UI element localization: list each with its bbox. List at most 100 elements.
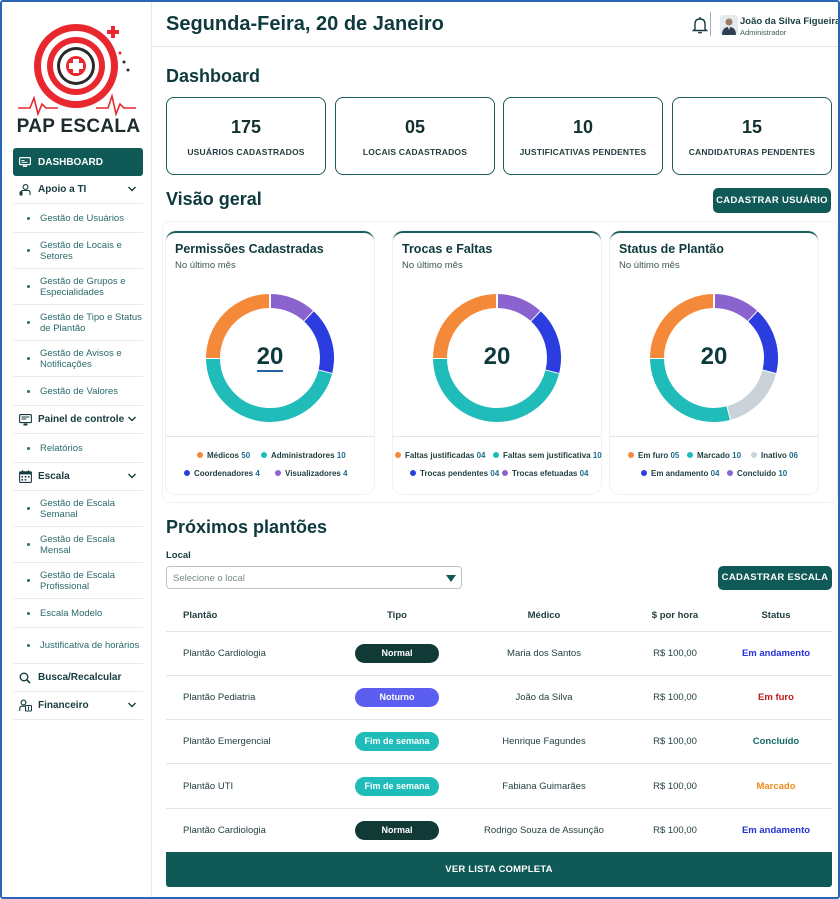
shifts-table: Plantão Tipo Médico $ por hora Status Pl… xyxy=(166,601,832,853)
sidebar-item-apoio-ti[interactable]: Apoio a TI xyxy=(13,176,143,204)
user-name[interactable]: João da Silva Figueira xyxy=(740,16,838,27)
table-row[interactable]: Plantão Cardiologia Normal Rodrigo Souza… xyxy=(166,808,832,853)
cell-valor: R$ 100,00 xyxy=(630,719,720,765)
stat-label: LOCAIS CADASTRADOS xyxy=(362,147,468,157)
sidebar-subitem-gestao-avisos[interactable]: Gestão de Avisos e Notificações xyxy=(13,341,143,377)
cell-plantao: Plantão Emergencial xyxy=(166,719,336,765)
legend-item: Marcado 10 xyxy=(687,451,741,460)
legend-item: Visualizadores 4 xyxy=(275,469,348,478)
sidebar-item-label: Busca/Recalcular xyxy=(38,672,122,683)
cell-medico: Henrique Fagundes xyxy=(458,719,630,765)
top-header: Segunda-Feira, 20 de Janeiro João da Sil… xyxy=(152,2,838,47)
sidebar-nav: DASHBOARD Apoio a TI Gestão de Usuários … xyxy=(13,148,143,720)
cell-medico: Maria dos Santos xyxy=(458,631,630,676)
table-row[interactable]: Plantão UTI Fim de semana Fabiana Guimar… xyxy=(166,763,832,809)
col-header-valor: $ por hora xyxy=(630,601,720,632)
cell-medico: Rodrigo Souza de Assunção xyxy=(458,808,630,853)
page-date-title: Segunda-Feira, 20 de Janeiro xyxy=(166,13,444,35)
sidebar-item-busca-recalcular[interactable]: Busca/Recalcular xyxy=(13,664,143,692)
sidebar-item-financeiro[interactable]: Financeiro xyxy=(13,692,143,720)
sidebar-subitem-escala-profissional[interactable]: Gestão de Escala Profissional xyxy=(13,563,143,599)
table-row[interactable]: Plantão Cardiologia Normal Maria dos San… xyxy=(166,631,832,676)
user-role: Administrador xyxy=(740,28,787,37)
chevron-down-icon[interactable] xyxy=(127,184,137,194)
cell-status: Em andamento xyxy=(720,631,832,676)
donut-segment-trocas-efetuadas xyxy=(496,294,541,322)
cell-medico: João da Silva xyxy=(458,675,630,721)
local-select-placeholder: Selecione o local xyxy=(173,573,245,584)
sidebar-item-label: Financeiro xyxy=(38,700,89,711)
cadastrar-usuario-button[interactable]: CADASTRAR USUÁRIO xyxy=(713,188,831,213)
legend-dot xyxy=(410,470,416,476)
chevron-down-icon[interactable] xyxy=(127,700,137,710)
search-icon xyxy=(18,671,32,685)
legend-item: Faltas justificadas 04 xyxy=(395,451,486,460)
legend-dot xyxy=(751,452,757,458)
bell-icon[interactable] xyxy=(692,16,708,34)
cell-valor: R$ 100,00 xyxy=(630,675,720,721)
sidebar-subitem-gestao-tipo-status[interactable]: Gestão de Tipo e Status de Plantão xyxy=(13,305,143,341)
cell-medico: Fabiana Guimarães xyxy=(458,763,630,809)
local-select[interactable]: Selecione o local xyxy=(166,566,462,589)
avatar[interactable] xyxy=(720,15,738,35)
legend-dot xyxy=(275,470,281,476)
cell-tipo: Noturno xyxy=(336,675,458,721)
chart-card-permissoes: Permissões Cadastradas No último mês 20 … xyxy=(166,231,374,494)
legend-dot xyxy=(184,470,190,476)
legend-dot xyxy=(502,470,508,476)
donut-total: 20 xyxy=(700,343,728,370)
status-text: Concluído xyxy=(752,736,800,748)
chart-legend: Médicos 50 Administradores 10 Coordenado… xyxy=(166,436,374,496)
card-title: Trocas e Faltas xyxy=(402,242,493,256)
overview-title: Visão geral xyxy=(166,189,262,209)
stat-value: 05 xyxy=(404,117,426,137)
stat-card-locais: 05 LOCAIS CADASTRADOS xyxy=(335,97,495,175)
cell-plantao: Plantão Pediatria xyxy=(166,675,336,721)
sidebar-subitem-gestao-grupos[interactable]: Gestão de Grupos e Especialidades xyxy=(13,269,143,305)
sidebar-subitem-relatorios[interactable]: Relatórios xyxy=(13,434,143,463)
table-row[interactable]: Plantão Emergencial Fim de semana Henriq… xyxy=(166,719,832,765)
chevron-down-icon[interactable] xyxy=(127,414,137,424)
sidebar: PAP ESCALA DASHBOARD Apoio a TI Gestão d… xyxy=(2,2,152,897)
cell-tipo: Normal xyxy=(336,808,458,853)
donut-segment-inativo xyxy=(726,370,776,420)
sidebar-item-escala[interactable]: Escala xyxy=(13,463,143,491)
sidebar-subitem-gestao-locais[interactable]: Gestão de Locais e Setores xyxy=(13,233,143,269)
legend-item: Trocas efetuadas 04 xyxy=(502,469,589,478)
sidebar-subitem-gestao-valores[interactable]: Gestão de Valores xyxy=(13,377,143,406)
main-content: Dashboard 175 USUÁRIOS CADASTRADOS 05 LO… xyxy=(152,48,838,897)
table-row[interactable]: Plantão Pediatria Noturno João da Silva … xyxy=(166,675,832,721)
legend-dot xyxy=(493,452,499,458)
sidebar-subitem-gestao-usuarios[interactable]: Gestão de Usuários xyxy=(13,204,143,233)
tipo-badge: Normal xyxy=(355,820,439,840)
app-window: PAP ESCALA DASHBOARD Apoio a TI Gestão d… xyxy=(0,0,840,899)
status-text: Em andamento xyxy=(741,824,811,836)
donut-total: 20 xyxy=(256,343,284,372)
cell-status: Em andamento xyxy=(720,808,832,853)
cell-valor: R$ 100,00 xyxy=(630,631,720,676)
legend-dot xyxy=(197,452,203,458)
status-text: Em andamento xyxy=(741,647,811,659)
sidebar-item-label: DASHBOARD xyxy=(38,156,103,168)
donut-segment-visualizadores xyxy=(269,294,314,322)
card-subtitle: No último mês xyxy=(402,260,463,271)
sidebar-subitem-escala-modelo[interactable]: Escala Modelo xyxy=(13,599,143,628)
caret-down-icon[interactable] xyxy=(446,575,456,582)
legend-item: Faltas sem justificativa 10 xyxy=(493,451,602,460)
sidebar-subitem-justificativa-horarios[interactable]: Justificativa de horários xyxy=(13,628,143,664)
chart-card-status-plantao: Status de Plantão No último mês 20 Em fu… xyxy=(610,231,818,494)
cell-plantao: Plantão Cardiologia xyxy=(166,631,336,676)
stat-card-usuarios: 175 USUÁRIOS CADASTRADOS xyxy=(166,97,326,175)
legend-item: Trocas pendentes 04 xyxy=(410,469,499,478)
chevron-down-icon[interactable] xyxy=(127,471,137,481)
sidebar-subitem-escala-semanal[interactable]: Gestão de Escala Semanal xyxy=(13,491,143,527)
finance-icon xyxy=(18,699,32,713)
ver-lista-completa-button[interactable]: VER LISTA COMPLETA xyxy=(166,852,832,887)
tipo-badge: Noturno xyxy=(355,687,439,707)
sidebar-item-painel-controle[interactable]: Painel de controle xyxy=(13,406,143,434)
legend-dot xyxy=(628,452,634,458)
cell-plantao: Plantão UTI xyxy=(166,763,336,809)
sidebar-subitem-escala-mensal[interactable]: Gestão de Escala Mensal xyxy=(13,527,143,563)
cadastrar-escala-button[interactable]: CADASTRAR ESCALA xyxy=(718,566,832,590)
sidebar-item-dashboard[interactable]: DASHBOARD xyxy=(13,148,143,176)
